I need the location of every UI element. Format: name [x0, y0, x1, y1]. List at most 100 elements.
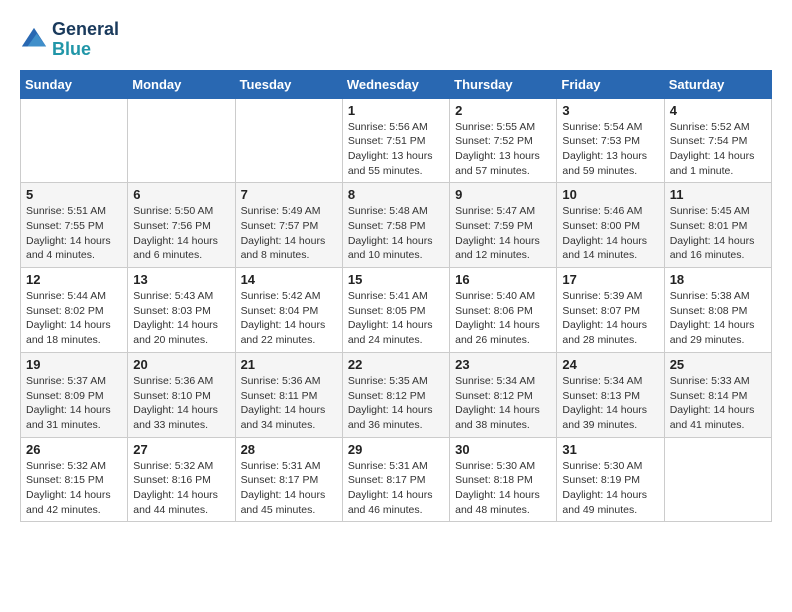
day-info: Sunrise: 5:49 AM Sunset: 7:57 PM Dayligh… — [241, 204, 337, 263]
calendar-day-cell: 19 Sunrise: 5:37 AM Sunset: 8:09 PM Dayli… — [21, 352, 128, 437]
calendar-header: SundayMondayTuesdayWednesdayThursdayFrid… — [21, 70, 772, 98]
day-info: Sunrise: 5:51 AM Sunset: 7:55 PM Dayligh… — [26, 204, 122, 263]
day-number: 10 — [562, 187, 658, 202]
day-number: 6 — [133, 187, 229, 202]
logo-icon — [20, 26, 48, 54]
calendar-day-cell: 3Sunrise: 5:54 AM Sunset: 7:53 PM Daylig… — [557, 98, 664, 183]
day-number: 18 — [670, 272, 766, 287]
calendar-day-cell: 10 Sunrise: 5:46 AM Sunset: 8:00 PM Dayli… — [557, 183, 664, 268]
calendar-day-cell: 13Sunrise: 5:43 AM Sunset: 8:03 PM Dayli… — [128, 268, 235, 353]
calendar-day-cell: 23 Sunrise: 5:34 AM Sunset: 8:12 PM Dayli… — [450, 352, 557, 437]
day-of-week-header: Sunday — [21, 70, 128, 98]
calendar-empty-cell — [21, 98, 128, 183]
calendar-empty-cell — [664, 437, 771, 522]
day-info: Sunrise: 5:56 AM Sunset: 7:51 PM Dayligh… — [348, 120, 444, 179]
calendar-day-cell: 7 Sunrise: 5:49 AM Sunset: 7:57 PM Daylig… — [235, 183, 342, 268]
calendar-day-cell: 29Sunrise: 5:31 AM Sunset: 8:17 PM Dayli… — [342, 437, 449, 522]
days-of-week-row: SundayMondayTuesdayWednesdayThursdayFrid… — [21, 70, 772, 98]
day-number: 20 — [133, 357, 229, 372]
calendar-week-row: 19 Sunrise: 5:37 AM Sunset: 8:09 PM Dayli… — [21, 352, 772, 437]
day-number: 25 — [670, 357, 766, 372]
day-info: Sunrise: 5:46 AM Sunset: 8:00 PM Dayligh… — [562, 204, 658, 263]
day-info: Sunrise: 5:48 AM Sunset: 7:58 PM Dayligh… — [348, 204, 444, 263]
day-info: Sunrise: 5:37 AM Sunset: 8:09 PM Dayligh… — [26, 374, 122, 433]
day-number: 14 — [241, 272, 337, 287]
day-number: 2 — [455, 103, 551, 118]
calendar-day-cell: 4 Sunrise: 5:52 AM Sunset: 7:54 PM Daylig… — [664, 98, 771, 183]
day-number: 27 — [133, 442, 229, 457]
calendar-day-cell: 26 Sunrise: 5:32 AM Sunset: 8:15 PM Dayli… — [21, 437, 128, 522]
calendar-day-cell: 18 Sunrise: 5:38 AM Sunset: 8:08 PM Dayli… — [664, 268, 771, 353]
calendar-day-cell: 31 Sunrise: 5:30 AM Sunset: 8:19 PM Dayli… — [557, 437, 664, 522]
calendar-week-row: 5 Sunrise: 5:51 AM Sunset: 7:55 PM Daylig… — [21, 183, 772, 268]
calendar-day-cell: 27 Sunrise: 5:32 AM Sunset: 8:16 PM Dayli… — [128, 437, 235, 522]
day-number: 11 — [670, 187, 766, 202]
day-number: 7 — [241, 187, 337, 202]
page-header: General Blue — [20, 20, 772, 60]
day-info: Sunrise: 5:32 AM Sunset: 8:15 PM Dayligh… — [26, 459, 122, 518]
day-number: 28 — [241, 442, 337, 457]
day-info: Sunrise: 5:36 AM Sunset: 8:11 PM Dayligh… — [241, 374, 337, 433]
day-number: 23 — [455, 357, 551, 372]
day-number: 1 — [348, 103, 444, 118]
day-info: Sunrise: 5:45 AM Sunset: 8:01 PM Dayligh… — [670, 204, 766, 263]
day-info: Sunrise: 5:30 AM Sunset: 8:19 PM Dayligh… — [562, 459, 658, 518]
day-number: 4 — [670, 103, 766, 118]
day-info: Sunrise: 5:54 AM Sunset: 7:53 PM Dayligh… — [562, 120, 658, 179]
calendar-day-cell: 16 Sunrise: 5:40 AM Sunset: 8:06 PM Dayli… — [450, 268, 557, 353]
day-info: Sunrise: 5:31 AM Sunset: 8:17 PM Dayligh… — [348, 459, 444, 518]
day-number: 12 — [26, 272, 122, 287]
calendar-day-cell: 30 Sunrise: 5:30 AM Sunset: 8:18 PM Dayli… — [450, 437, 557, 522]
calendar-week-row: 12 Sunrise: 5:44 AM Sunset: 8:02 PM Dayli… — [21, 268, 772, 353]
day-info: Sunrise: 5:40 AM Sunset: 8:06 PM Dayligh… — [455, 289, 551, 348]
day-info: Sunrise: 5:30 AM Sunset: 8:18 PM Dayligh… — [455, 459, 551, 518]
day-info: Sunrise: 5:42 AM Sunset: 8:04 PM Dayligh… — [241, 289, 337, 348]
calendar-week-row: 1 Sunrise: 5:56 AM Sunset: 7:51 PM Daylig… — [21, 98, 772, 183]
day-number: 21 — [241, 357, 337, 372]
day-info: Sunrise: 5:36 AM Sunset: 8:10 PM Dayligh… — [133, 374, 229, 433]
day-number: 8 — [348, 187, 444, 202]
calendar-day-cell: 20 Sunrise: 5:36 AM Sunset: 8:10 PM Dayli… — [128, 352, 235, 437]
calendar-day-cell: 6 Sunrise: 5:50 AM Sunset: 7:56 PM Daylig… — [128, 183, 235, 268]
calendar-day-cell: 24Sunrise: 5:34 AM Sunset: 8:13 PM Dayli… — [557, 352, 664, 437]
day-of-week-header: Saturday — [664, 70, 771, 98]
day-info: Sunrise: 5:41 AM Sunset: 8:05 PM Dayligh… — [348, 289, 444, 348]
calendar-day-cell: 14 Sunrise: 5:42 AM Sunset: 8:04 PM Dayli… — [235, 268, 342, 353]
calendar-week-row: 26 Sunrise: 5:32 AM Sunset: 8:15 PM Dayli… — [21, 437, 772, 522]
day-info: Sunrise: 5:50 AM Sunset: 7:56 PM Dayligh… — [133, 204, 229, 263]
day-of-week-header: Friday — [557, 70, 664, 98]
day-info: Sunrise: 5:38 AM Sunset: 8:08 PM Dayligh… — [670, 289, 766, 348]
day-info: Sunrise: 5:33 AM Sunset: 8:14 PM Dayligh… — [670, 374, 766, 433]
day-of-week-header: Monday — [128, 70, 235, 98]
day-number: 22 — [348, 357, 444, 372]
calendar-day-cell: 5 Sunrise: 5:51 AM Sunset: 7:55 PM Daylig… — [21, 183, 128, 268]
day-info: Sunrise: 5:32 AM Sunset: 8:16 PM Dayligh… — [133, 459, 229, 518]
day-info: Sunrise: 5:34 AM Sunset: 8:13 PM Dayligh… — [562, 374, 658, 433]
calendar-day-cell: 15Sunrise: 5:41 AM Sunset: 8:05 PM Dayli… — [342, 268, 449, 353]
day-number: 30 — [455, 442, 551, 457]
calendar-day-cell: 12 Sunrise: 5:44 AM Sunset: 8:02 PM Dayli… — [21, 268, 128, 353]
calendar-day-cell: 9Sunrise: 5:47 AM Sunset: 7:59 PM Daylig… — [450, 183, 557, 268]
day-number: 26 — [26, 442, 122, 457]
day-info: Sunrise: 5:43 AM Sunset: 8:03 PM Dayligh… — [133, 289, 229, 348]
calendar-day-cell: 25 Sunrise: 5:33 AM Sunset: 8:14 PM Dayli… — [664, 352, 771, 437]
day-info: Sunrise: 5:44 AM Sunset: 8:02 PM Dayligh… — [26, 289, 122, 348]
day-info: Sunrise: 5:55 AM Sunset: 7:52 PM Dayligh… — [455, 120, 551, 179]
day-number: 17 — [562, 272, 658, 287]
logo: General Blue — [20, 20, 119, 60]
day-info: Sunrise: 5:34 AM Sunset: 8:12 PM Dayligh… — [455, 374, 551, 433]
day-number: 31 — [562, 442, 658, 457]
calendar-day-cell: 22 Sunrise: 5:35 AM Sunset: 8:12 PM Dayli… — [342, 352, 449, 437]
day-of-week-header: Tuesday — [235, 70, 342, 98]
day-number: 19 — [26, 357, 122, 372]
day-number: 5 — [26, 187, 122, 202]
calendar-body: 1 Sunrise: 5:56 AM Sunset: 7:51 PM Daylig… — [21, 98, 772, 522]
day-of-week-header: Wednesday — [342, 70, 449, 98]
day-info: Sunrise: 5:35 AM Sunset: 8:12 PM Dayligh… — [348, 374, 444, 433]
day-number: 16 — [455, 272, 551, 287]
calendar-day-cell: 21 Sunrise: 5:36 AM Sunset: 8:11 PM Dayli… — [235, 352, 342, 437]
calendar-empty-cell — [128, 98, 235, 183]
day-info: Sunrise: 5:47 AM Sunset: 7:59 PM Dayligh… — [455, 204, 551, 263]
day-info: Sunrise: 5:52 AM Sunset: 7:54 PM Dayligh… — [670, 120, 766, 179]
day-info: Sunrise: 5:39 AM Sunset: 8:07 PM Dayligh… — [562, 289, 658, 348]
